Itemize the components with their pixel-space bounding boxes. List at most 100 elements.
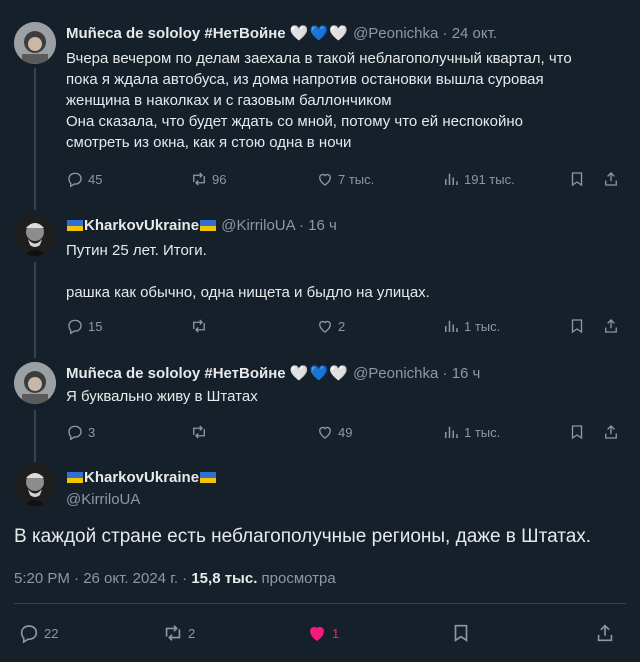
retweet-button[interactable] <box>190 421 208 443</box>
main-tweet-text: В каждой стране есть неблагополучные рег… <box>14 526 592 547</box>
tweet-text: Я буквально живу в Штатах <box>66 388 258 405</box>
ukraine-flag-icon <box>200 472 217 483</box>
heart-filled-icon <box>310 627 324 641</box>
tweet-header: KharkovUkraine @KirriloUA · 16 ч <box>66 216 337 236</box>
reply-button[interactable]: 3 <box>66 421 95 443</box>
tweet-header: Muñeca de sololoy #НетВойне 🤍💙🤍 @Peonich… <box>66 364 480 384</box>
share-button[interactable] <box>602 168 620 190</box>
share-button[interactable] <box>594 622 616 644</box>
views-icon <box>445 426 458 438</box>
views-button[interactable]: 1 тыс. <box>442 315 500 337</box>
retweet-button[interactable] <box>190 315 208 337</box>
like-count: 1 <box>332 625 340 641</box>
like-button[interactable]: 7 тыс. <box>316 168 374 190</box>
thread-line <box>34 68 36 210</box>
tweet-header: Muñeca de sololoy #НетВойне 🤍💙🤍 @Peonich… <box>66 24 497 44</box>
tweet-text: Вчера вечером по делам заехала в такой н… <box>66 50 572 151</box>
timestamp[interactable]: 16 ч <box>452 365 481 382</box>
views-button[interactable]: 191 тыс. <box>442 168 515 190</box>
avatar[interactable] <box>14 22 56 64</box>
heart-emojis: 🤍💙🤍 <box>289 365 349 382</box>
views-label: просмотра <box>257 570 336 587</box>
separator: · <box>442 25 448 42</box>
avatar[interactable] <box>14 214 56 256</box>
bookmark-icon <box>571 425 583 440</box>
retweet-icon <box>193 172 205 186</box>
reply-count: 3 <box>88 424 96 440</box>
handle[interactable]: @KirriloUA <box>221 217 295 234</box>
like-count: 7 тыс. <box>338 171 375 187</box>
share-icon <box>605 425 617 439</box>
reply-icon <box>68 172 82 188</box>
divider <box>14 603 626 604</box>
main-display-name-row: KharkovUkraine <box>66 468 217 488</box>
main-tweet-actions: 22 2 1 <box>14 622 626 644</box>
retweet-icon <box>193 319 205 333</box>
share-icon <box>605 319 617 333</box>
retweet-button[interactable]: 96 <box>190 168 226 190</box>
share-button[interactable] <box>602 421 620 443</box>
ukraine-flag-icon <box>67 472 83 483</box>
ukraine-flag-icon <box>200 220 217 231</box>
timestamp[interactable]: 16 ч <box>308 217 337 234</box>
display-name[interactable]: Muñeca de sololoy #НетВойне <box>66 25 286 42</box>
bookmark-button[interactable] <box>568 315 586 337</box>
reply-button[interactable]: 45 <box>66 168 102 190</box>
ukraine-flag-icon <box>67 220 83 231</box>
handle[interactable]: @KirriloUA <box>66 491 140 508</box>
views-count: 15,8 тыс. <box>191 570 258 587</box>
thread-line <box>34 262 36 358</box>
views-count: 1 тыс. <box>464 318 501 334</box>
avatar[interactable] <box>14 362 56 404</box>
tweet-actions: 15 2 1 тыс. <box>60 315 626 337</box>
display-name[interactable]: Muñeca de sololoy #НетВойне <box>66 365 286 382</box>
share-icon <box>605 172 617 186</box>
views-icon <box>445 173 458 185</box>
bookmark-button[interactable] <box>568 168 586 190</box>
tweet-text: Путин 25 лет. Итоги. рашка как обычно, о… <box>66 242 430 301</box>
reply-count: 15 <box>88 318 103 334</box>
share-button[interactable] <box>602 315 620 337</box>
retweet-count: 96 <box>212 171 227 187</box>
tweet-timestamp: 5:20 PM · 26 окт. 2024 г. · 15,8 тыс. пр… <box>14 570 336 587</box>
retweet-icon <box>165 625 181 641</box>
like-button[interactable]: 1 <box>306 622 339 644</box>
tweet-actions: 45 96 7 тыс. 191 тыс. <box>60 168 626 190</box>
tweet-actions: 3 49 1 тыс. <box>60 421 626 443</box>
views-count: 191 тыс. <box>464 171 515 187</box>
like-button[interactable]: 2 <box>316 315 345 337</box>
views-count: 1 тыс. <box>464 424 501 440</box>
like-button[interactable]: 49 <box>316 421 352 443</box>
display-name[interactable]: KharkovUkraine <box>84 469 199 486</box>
handle[interactable]: @Peonichka <box>353 365 438 382</box>
like-count: 2 <box>338 318 346 334</box>
views-icon <box>445 320 458 332</box>
reply-icon <box>20 625 38 644</box>
heart-emojis: 🤍💙🤍 <box>289 25 349 42</box>
retweet-button[interactable]: 2 <box>162 622 195 644</box>
views-button[interactable]: 1 тыс. <box>442 421 500 443</box>
heart-icon <box>319 320 331 333</box>
timestamp[interactable]: 24 окт. <box>452 25 497 42</box>
bookmark-button[interactable] <box>568 421 586 443</box>
retweet-count: 2 <box>188 625 196 641</box>
reply-icon <box>68 319 82 335</box>
handle[interactable]: @Peonichka <box>353 25 438 42</box>
display-name[interactable]: KharkovUkraine <box>84 217 199 234</box>
like-count: 49 <box>338 424 353 440</box>
date-time[interactable]: 5:20 PM · 26 окт. 2024 г. · <box>14 570 191 587</box>
thread-line <box>34 410 36 462</box>
heart-icon <box>319 173 331 186</box>
bookmark-icon <box>454 624 468 642</box>
reply-button[interactable]: 15 <box>66 315 102 337</box>
reply-count: 22 <box>44 625 59 641</box>
heart-icon <box>319 426 331 439</box>
separator: · <box>298 217 304 234</box>
share-icon <box>597 624 613 642</box>
separator: · <box>442 365 448 382</box>
bookmark-icon <box>571 172 583 187</box>
avatar[interactable] <box>14 464 56 506</box>
bookmark-icon <box>571 319 583 334</box>
bookmark-button[interactable] <box>450 622 472 644</box>
reply-button[interactable]: 22 <box>18 622 58 644</box>
